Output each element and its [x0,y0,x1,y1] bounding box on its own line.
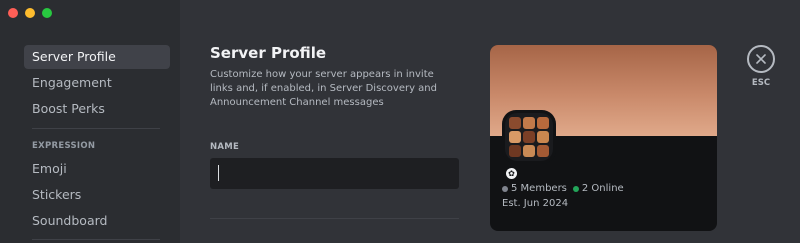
sidebar-item-emoji[interactable]: Emoji [24,157,170,181]
page-description: Customize how your server appears in inv… [210,69,437,108]
settings-sidebar: Server Profile Engagement Boost Perks EX… [0,0,180,243]
server-badge-icon: ✿ [506,168,517,179]
online-dot-icon [572,185,579,192]
established-date: Est. Jun 2024 [502,198,569,209]
window-maximize-button[interactable] [42,8,52,18]
esc-label: ESC [751,78,771,88]
close-icon [756,54,766,64]
server-stats: 5 Members 2 Online [502,183,624,194]
online-count: 2 Online [581,183,624,194]
window-controls [8,8,52,18]
sidebar-item-server-profile[interactable]: Server Profile [24,45,170,69]
window-minimize-button[interactable] [25,8,35,18]
sidebar-item-soundboard[interactable]: Soundboard [24,209,170,233]
sidebar-section-header: EXPRESSION [32,141,96,151]
server-preview-card: ✿ 5 Members 2 Online Est. Jun 2024 [490,45,717,231]
sidebar-divider [32,128,160,129]
close-button[interactable] [747,45,775,73]
text-caret [218,165,219,181]
content-divider [210,218,459,219]
sidebar-item-stickers[interactable]: Stickers [24,183,170,207]
members-dot-icon [502,185,508,192]
sidebar-item-boost-perks[interactable]: Boost Perks [24,97,170,121]
name-field-label: NAME [210,142,240,152]
page-title: Server Profile [210,44,327,62]
window-close-button[interactable] [8,8,18,18]
server-name-input[interactable] [210,158,459,189]
server-icon [502,110,556,164]
server-icon-image [505,113,553,161]
sidebar-item-engagement[interactable]: Engagement [24,71,170,95]
sidebar-divider [32,239,160,240]
member-count: 5 Members [511,183,567,194]
